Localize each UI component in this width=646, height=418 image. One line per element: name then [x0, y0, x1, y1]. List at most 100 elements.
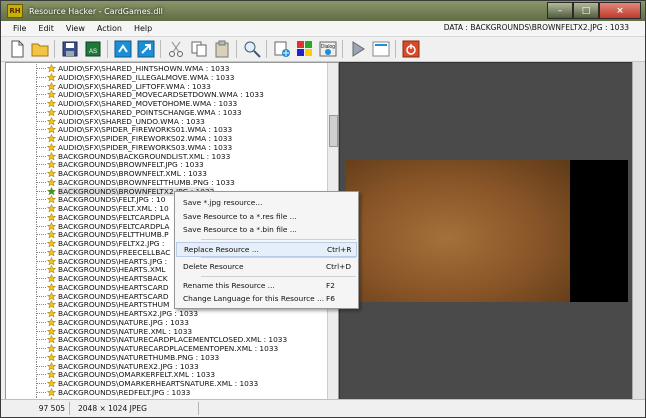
- save-as-button[interactable]: AS: [83, 39, 103, 59]
- tree-item-label: BACKGROUNDS\NATUREX2.JPG : 1033: [58, 361, 199, 371]
- minimize-button[interactable]: –: [547, 2, 573, 19]
- tree-branch-line: [36, 138, 46, 139]
- star-icon: [47, 387, 56, 397]
- cut-button[interactable]: [166, 39, 186, 59]
- star-icon: [47, 169, 56, 178]
- tree-item-label: AUDIO\SFX\SHARED_UNDO.WMA : 1033: [58, 116, 205, 126]
- play-button[interactable]: [348, 39, 368, 59]
- tree-item[interactable]: BACKGROUNDS\BROWNFELT.XML : 1033: [6, 169, 326, 178]
- add-resource-button[interactable]: [272, 39, 292, 59]
- star-icon: [47, 300, 56, 309]
- tree-branch-line: [36, 94, 46, 96]
- star-icon: [47, 282, 56, 292]
- dialog-merger-button[interactable]: Dialog: [318, 39, 338, 59]
- tree-item[interactable]: AUDIO\SFX\SHARED_MOVETOHOME.WMA : 1033: [6, 99, 326, 108]
- tree-branch-line: [36, 181, 46, 183]
- tree-item[interactable]: AUDIO\SFX\SPIDER_FIREWORKS03.WMA : 1033: [6, 142, 326, 152]
- tree-item[interactable]: BACKGROUNDS\NATURECARDPLACEMENTCLOSED.XM…: [6, 335, 326, 345]
- tree-item[interactable]: BACKGROUNDS\NATURE.JPG : 1033: [6, 317, 326, 327]
- maximize-button[interactable]: □: [573, 2, 599, 19]
- find-button[interactable]: [242, 39, 262, 59]
- context-menu-item[interactable]: Save *.jpg resource...: [176, 196, 357, 209]
- paste-icon: [215, 40, 229, 58]
- tree-item-label: AUDIO\SFX\SPIDER_FIREWORKS03.WMA : 1033: [58, 142, 233, 152]
- tree-item[interactable]: AUDIO\SFX\SHARED_LIFTOFF.WMA : 1033: [6, 81, 326, 91]
- tree-item[interactable]: AUDIO\SFX\SHARED_HINTSHOWN.WMA : 1033: [6, 64, 326, 73]
- tree-item[interactable]: AUDIO\SFX\SHARED_POINTSCHANGE.WMA : 1033: [6, 107, 326, 117]
- context-menu-item[interactable]: Replace Resource ... Ctrl+R: [176, 241, 357, 257]
- star-icon: [47, 361, 56, 371]
- show-button[interactable]: [371, 39, 391, 59]
- tree-item[interactable]: BACKGROUNDS\OMARKERFELT.XML : 1033: [6, 370, 326, 380]
- menu-file[interactable]: File: [7, 24, 32, 33]
- context-menu-item[interactable]: Save Resource to a *.bin file ...: [176, 223, 357, 236]
- save-as-text: AS: [89, 49, 97, 55]
- tree-item[interactable]: AUDIO\SFX\SHARED_ILLEGALMOVE.WMA : 1033: [6, 72, 326, 82]
- compile-button[interactable]: [113, 39, 133, 59]
- star-icon: [47, 204, 56, 213]
- tree-item[interactable]: BACKGROUNDS\BROWNFELTTHUMB.PNG : 1033: [6, 177, 326, 187]
- title-bar[interactable]: RH Resource Hacker - CardGames.dll – □ ×: [1, 1, 645, 21]
- tree-item-label: AUDIO\SFX\SHARED_LIFTOFF.WMA : 1033: [58, 81, 211, 91]
- tree-branch-line: [36, 313, 46, 314]
- tree-item-label: AUDIO\SFX\SPIDER_FIREWORKS01.WMA : 1033: [58, 125, 233, 135]
- add-image-button[interactable]: [295, 39, 315, 59]
- menu-view[interactable]: View: [60, 24, 91, 33]
- star-icon: [47, 195, 56, 204]
- tree-item[interactable]: AUDIO\SFX\SHARED_MOVECARDSETDOWN.WMA : 1…: [6, 90, 326, 100]
- menu-help[interactable]: Help: [128, 24, 158, 33]
- context-menu-item-shortcut: F6: [326, 294, 335, 303]
- tree-item[interactable]: AUDIO\SFX\SPIDER_FIREWORKS02.WMA : 1033: [6, 134, 326, 143]
- tree-item[interactable]: BACKGROUNDS\BROWNFELT.JPG : 1033: [6, 160, 326, 170]
- close-button[interactable]: ×: [599, 2, 641, 19]
- app-icon[interactable]: RH: [7, 4, 23, 18]
- app-window: RH Resource Hacker - CardGames.dll – □ ×…: [0, 0, 646, 418]
- tree-branch-line: [36, 260, 46, 262]
- save-button[interactable]: [60, 39, 80, 59]
- tree-item[interactable]: BACKGROUNDS\REDFELT.JPG : 1033: [6, 387, 326, 397]
- tree-item[interactable]: BACKGROUNDS\BACKGROUNDLIST.XML : 1033: [6, 151, 326, 161]
- tree-item[interactable]: AUDIO\SFX\SHARED_UNDO.WMA : 1033: [6, 116, 326, 126]
- menu-bar: File Edit View Action Help DATA : BACKGR…: [1, 21, 645, 37]
- tree-item[interactable]: BACKGROUNDS\OMARKERHEARTSNATURE.XML : 10…: [6, 379, 326, 388]
- copy-button[interactable]: [189, 39, 209, 59]
- context-menu-item-label: Save Resource to a *.bin file ...: [183, 225, 297, 234]
- star-icon: [47, 291, 56, 301]
- preview-scrollbar[interactable]: [632, 62, 645, 400]
- star-icon: [47, 81, 56, 91]
- open-folder-icon: [31, 43, 49, 57]
- context-menu-item-shortcut: Ctrl+R: [327, 244, 352, 254]
- menu-edit[interactable]: Edit: [32, 24, 60, 33]
- context-menu-item[interactable]: Rename this Resource ... F2: [176, 279, 357, 292]
- context-menu-item[interactable]: Change Language for this Resource ... F6: [176, 292, 357, 305]
- context-menu-item-label: Save Resource to a *.res file ...: [183, 211, 297, 221]
- paste-button[interactable]: [212, 39, 232, 59]
- tree-item[interactable]: BACKGROUNDS\NATURECARDPLACEMENTOPEN.XML …: [6, 344, 326, 353]
- tree-item[interactable]: BACKGROUNDS\HEARTSX2.JPG : 1033: [6, 309, 326, 318]
- tree-branch-line: [36, 190, 46, 192]
- tree-branch-line: [36, 85, 46, 87]
- resource-path-status: DATA : BACKGROUNDS\BROWNFELTX2.JPG : 103…: [443, 23, 629, 32]
- tree-item[interactable]: AUDIO\SFX\SPIDER_FIREWORKS01.WMA : 1033: [6, 125, 326, 135]
- open-button[interactable]: [30, 39, 50, 59]
- tree-branch-line: [36, 120, 46, 122]
- tree-item[interactable]: BACKGROUNDS\NATURE.XML : 1033: [6, 326, 326, 336]
- menu-action[interactable]: Action: [91, 24, 128, 33]
- exit-button[interactable]: [401, 39, 421, 59]
- go-to-button[interactable]: [136, 39, 156, 59]
- save-icon: [62, 41, 78, 57]
- new-button[interactable]: [7, 39, 27, 59]
- tree-scroll-thumb[interactable]: [329, 115, 338, 147]
- tree-item-label: BACKGROUNDS\FELTCARDPLA: [58, 221, 170, 231]
- context-menu-item[interactable]: Save Resource to a *.res file ...: [176, 210, 357, 223]
- tree-branch-line: [36, 243, 46, 244]
- preview-pane: [339, 62, 635, 402]
- context-menu-item[interactable]: Delete Resource Ctrl+D: [176, 260, 357, 273]
- tree-branch-line: [36, 164, 46, 166]
- tree-item[interactable]: BACKGROUNDS\NATUREX2.JPG : 1033: [6, 361, 326, 371]
- tree-branch-line: [36, 339, 46, 341]
- tree-item[interactable]: BACKGROUNDS\NATURETHUMB.PNG : 1033: [6, 352, 326, 362]
- star-icon: [47, 142, 56, 152]
- star-icon: [47, 64, 56, 73]
- power-icon: [402, 40, 420, 58]
